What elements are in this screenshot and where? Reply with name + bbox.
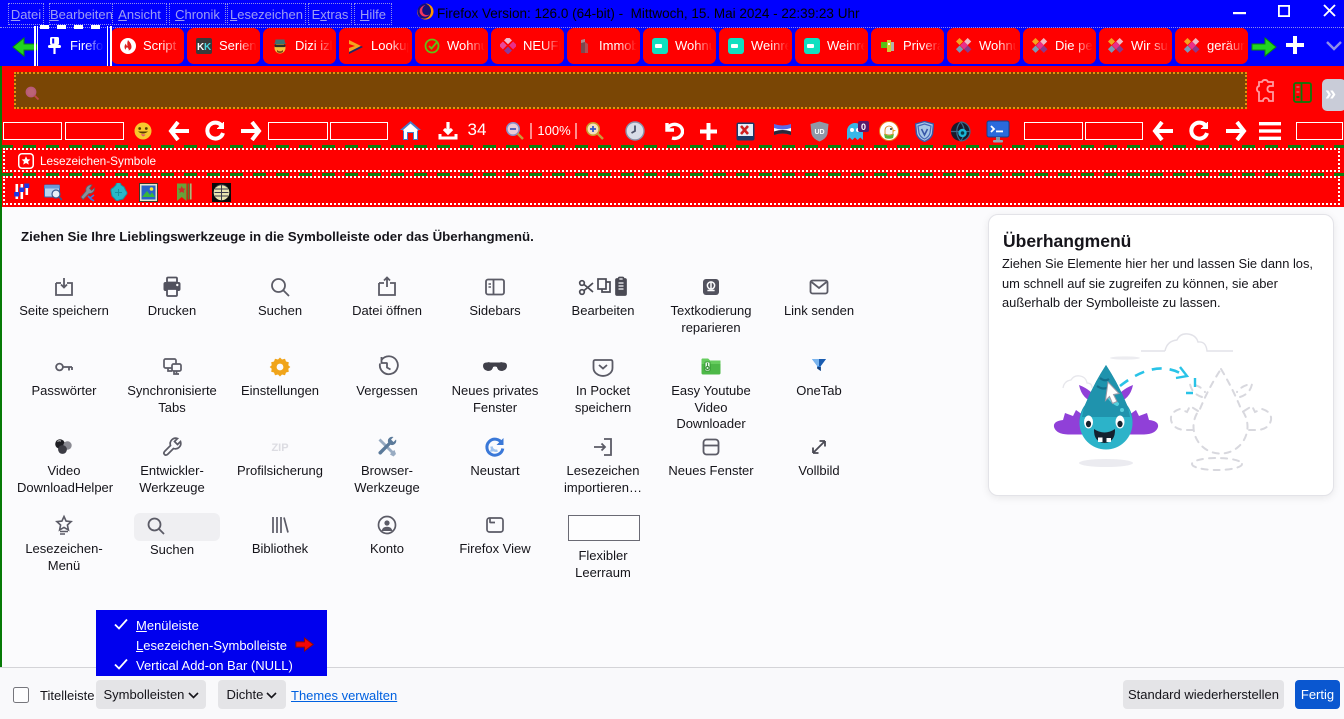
svg-text:ZIP: ZIP bbox=[271, 442, 288, 454]
